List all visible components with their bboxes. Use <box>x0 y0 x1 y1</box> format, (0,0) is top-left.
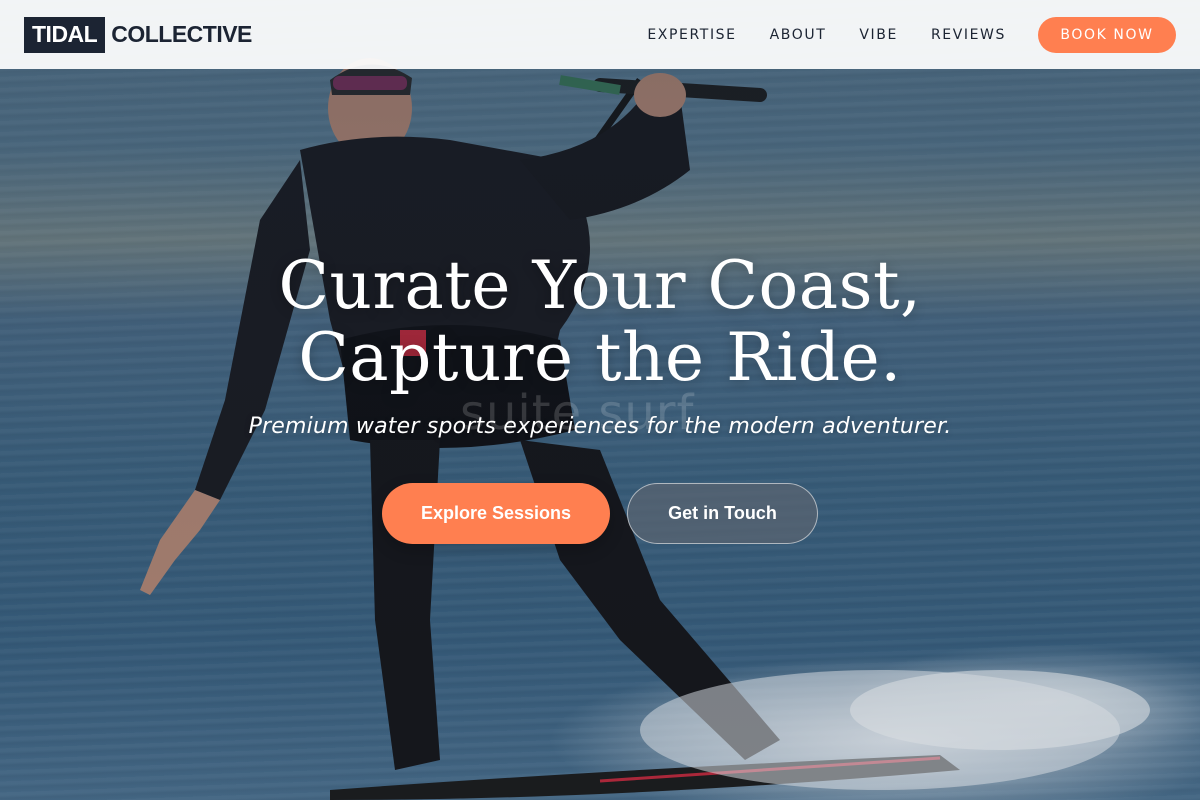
hero-title: Curate Your Coast, Capture the Ride. <box>0 250 1200 394</box>
hero-content: Curate Your Coast, Capture the Ride. Pre… <box>0 250 1200 544</box>
hero-cta-row: Explore Sessions Get in Touch <box>0 483 1200 544</box>
brand-logo[interactable]: TIDAL COLLECTIVE <box>24 16 252 53</box>
nav-links: EXPERTISE ABOUT VIBE REVIEWS BOOK NOW <box>647 16 1176 53</box>
hero-title-line-2: Capture the Ride. <box>298 319 902 396</box>
nav-link-expertise[interactable]: EXPERTISE <box>647 27 736 43</box>
logo-text: COLLECTIVE <box>111 21 252 47</box>
hero-title-line-1: Curate Your Coast, <box>278 247 922 324</box>
nav-link-about[interactable]: ABOUT <box>770 27 827 43</box>
book-now-button[interactable]: BOOK NOW <box>1038 16 1176 53</box>
top-navigation: TIDAL COLLECTIVE EXPERTISE ABOUT VIBE RE… <box>0 0 1200 69</box>
explore-sessions-button[interactable]: Explore Sessions <box>382 483 610 544</box>
hero-subtitle: Premium water sports experiences for the… <box>248 414 952 439</box>
logo-box: TIDAL <box>24 16 106 53</box>
get-in-touch-button[interactable]: Get in Touch <box>627 483 818 544</box>
nav-link-vibe[interactable]: VIBE <box>859 27 898 43</box>
nav-link-reviews[interactable]: REVIEWS <box>931 27 1006 43</box>
